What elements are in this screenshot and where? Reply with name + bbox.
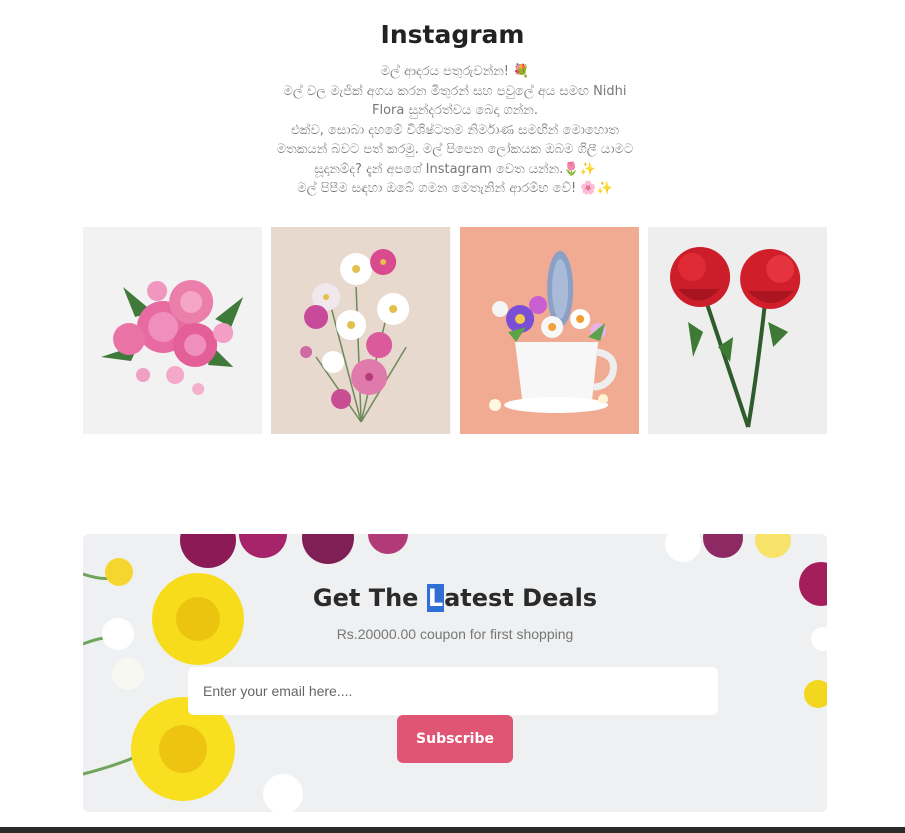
deals-title: Get The Latest Deals [83,584,827,612]
description-line: එක්ව, සොබා දහමේ විශිෂ්ටතම නිර්මාණ සමඟින්… [291,122,619,138]
email-input[interactable] [188,667,718,715]
instagram-image-flowers-in-cup[interactable] [459,227,639,434]
deals-title-highlight: L [426,584,445,612]
description-line: Flora සුන්දරත්වය බෙදා ගන්න. [372,103,538,118]
deals-title-part: Get The [312,584,427,612]
instagram-image-cosmos-bouquet[interactable] [271,227,451,434]
instagram-title: Instagram [380,20,525,49]
instagram-gallery [83,227,827,434]
description-line: මල් ආදරය පතුරුවන්න! 💐 [380,64,530,79]
description-line: මල් වල මැජික් අගය කරන මිතුරන් සහ පවුලේ අ… [283,83,627,99]
instagram-image-pink-roses[interactable] [83,227,263,434]
deals-title-part: atest Deals [444,584,598,612]
footer-bar [0,827,905,833]
description-line: මල් පිපීම සඳහා ඔබේ ගමන මෙතැනින් ආරම්භ වේ… [297,181,613,196]
description-line: මතකයන් බවට පත් කරමු. මල් පිපෙන ලෝකයක ඔබම… [276,142,634,157]
newsletter-section: Get The Latest Deals Rs.20000.00 coupon … [83,534,827,812]
description-line: සූදානම්ද? දැන් අපගේ Instagram වෙත යන්න.🌷… [314,161,596,177]
instagram-description: මල් ආදරය පතුරුවන්න! 💐 මල් වල මැජික් අගය … [272,62,638,199]
deals-subtitle: Rs.20000.00 coupon for first shopping [336,626,574,642]
instagram-image-red-roses[interactable] [647,227,827,434]
subscribe-button[interactable]: Subscribe [397,715,513,763]
